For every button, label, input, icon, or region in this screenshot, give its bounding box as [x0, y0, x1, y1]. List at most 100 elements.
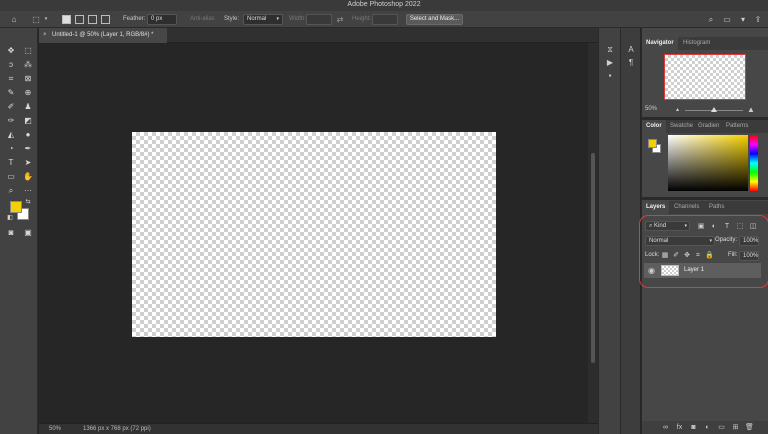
- group-icon[interactable]: ▭: [717, 423, 726, 432]
- document-info[interactable]: 1366 px x 768 px (72 ppi): [83, 424, 151, 434]
- zoom-in-icon[interactable]: ▲: [747, 105, 755, 114]
- magic-wand-tool-icon[interactable]: ⁂: [21, 59, 35, 71]
- history-brush-tool-icon[interactable]: ✑: [4, 115, 18, 127]
- chevron-down-icon: ▾: [276, 16, 279, 22]
- document-tab[interactable]: × Untitled-1 @ 50% (Layer 1, RGB/8#) *: [39, 28, 167, 43]
- right-panels: Navigator Histogram 50% ▴ ▲ Color Swatch…: [639, 28, 768, 434]
- tools-panel: ✥ ⬚ ↄ ⁂ ⌗ ⊠ ✎ ⊕ ✐ ♟ ✑ ◩ ◭ ● ◔ ✒ T ➤ ▭ ✋ …: [0, 28, 38, 434]
- zoom-tool-icon[interactable]: ⌕: [4, 185, 18, 197]
- height-label: Height:: [352, 16, 372, 22]
- app-title: Adobe Photoshop 2022: [347, 1, 421, 8]
- paragraph-panel-icon[interactable]: ¶: [624, 58, 638, 68]
- more-tools-icon[interactable]: ···: [21, 185, 35, 197]
- default-colors-icon[interactable]: ◧: [6, 214, 14, 222]
- document-tab-bar: × Untitled-1 @ 50% (Layer 1, RGB/8#) *: [39, 28, 598, 43]
- scrollbar-thumb[interactable]: [591, 153, 595, 363]
- blur-tool-icon[interactable]: ●: [21, 129, 35, 141]
- lasso-tool-icon[interactable]: ↄ: [4, 59, 18, 71]
- navigator-zoom-value[interactable]: 50%: [645, 106, 657, 112]
- marquee-tool-preset-icon[interactable]: ⬚: [31, 15, 41, 24]
- share-icon[interactable]: ⇪: [753, 15, 763, 24]
- hue-slider[interactable]: [750, 135, 758, 191]
- pen-tool-icon[interactable]: ✒: [21, 143, 35, 155]
- color-foreground-swatch[interactable]: [648, 139, 657, 148]
- vertical-scrollbar[interactable]: [588, 43, 598, 423]
- healing-brush-tool-icon[interactable]: ⊕: [21, 87, 35, 99]
- color-picker-field[interactable]: [668, 135, 748, 191]
- swap-colors-icon[interactable]: ⇆: [24, 198, 32, 206]
- zoom-out-icon[interactable]: ▴: [676, 106, 679, 113]
- close-icon[interactable]: ×: [43, 28, 47, 43]
- adjustment-layer-icon[interactable]: ◐: [703, 423, 712, 432]
- layers-footer: ∞ fx ◙ ◐ ▭ ⊞ 🗑: [642, 421, 768, 434]
- crop-tool-icon[interactable]: ⌗: [4, 73, 18, 85]
- chevron-down-icon[interactable]: ▾: [43, 15, 49, 24]
- tab-paths[interactable]: Paths: [705, 201, 728, 214]
- eraser-tool-icon[interactable]: ◩: [21, 115, 35, 127]
- tab-layers[interactable]: Layers: [642, 201, 670, 214]
- move-tool-icon[interactable]: ✥: [4, 45, 18, 57]
- workspace-icon[interactable]: ▭: [722, 15, 732, 24]
- subtract-from-selection-icon[interactable]: [88, 15, 97, 24]
- rectangular-marquee-tool-icon[interactable]: ⬚: [21, 45, 35, 57]
- panel-divider: [642, 197, 768, 200]
- actions-panel-icon[interactable]: ▶: [603, 58, 617, 68]
- style-select-value: Normal: [247, 16, 267, 22]
- layer-style-icon[interactable]: fx: [675, 423, 684, 432]
- select-and-mask-button[interactable]: Select and Mask...: [406, 14, 463, 25]
- tab-color[interactable]: Color: [642, 120, 666, 133]
- tab-patterns[interactable]: Patterns: [722, 120, 752, 133]
- style-label: Style:: [224, 16, 240, 22]
- document-tab-title: Untitled-1 @ 50% (Layer 1, RGB/8#) *: [52, 32, 154, 38]
- document-canvas[interactable]: [132, 132, 496, 337]
- zoom-level[interactable]: 50%: [49, 424, 61, 434]
- hand-tool-icon[interactable]: ✋: [21, 171, 35, 183]
- link-layers-icon[interactable]: ∞: [661, 423, 670, 432]
- foreground-color-swatch[interactable]: [10, 201, 22, 213]
- panel-dock-right: A ¶: [620, 28, 640, 434]
- navigator-tabs: Navigator Histogram: [642, 37, 768, 50]
- rectangle-tool-icon[interactable]: ▭: [4, 171, 18, 183]
- layers-tabs: Layers Channels Paths: [642, 201, 768, 214]
- brush-tool-icon[interactable]: ✐: [4, 101, 18, 113]
- feather-input[interactable]: 0 px: [147, 14, 177, 25]
- paint-bucket-tool-icon[interactable]: ◭: [4, 129, 18, 141]
- feather-label: Feather:: [123, 16, 146, 22]
- type-tool-icon[interactable]: T: [4, 157, 18, 169]
- eyedropper-tool-icon[interactable]: ✎: [4, 87, 18, 99]
- intersect-selection-icon[interactable]: [101, 15, 110, 24]
- tab-histogram[interactable]: Histogram: [679, 37, 714, 50]
- tab-swatches[interactable]: Swatche: [666, 120, 697, 133]
- tab-gradients[interactable]: Gradien: [694, 120, 723, 133]
- home-icon[interactable]: ⌂: [9, 15, 19, 24]
- add-to-selection-icon[interactable]: [75, 15, 84, 24]
- new-layer-icon[interactable]: ⊞: [731, 423, 740, 432]
- height-input[interactable]: [372, 14, 398, 25]
- style-select[interactable]: Normal ▾: [243, 14, 283, 25]
- search-icon[interactable]: ⌕: [706, 15, 716, 24]
- width-input[interactable]: [306, 14, 332, 25]
- dodge-tool-icon[interactable]: ◔: [4, 143, 18, 155]
- chevron-down-icon[interactable]: ▾: [738, 15, 748, 24]
- history-panel-icon[interactable]: ⧖: [603, 45, 617, 55]
- trash-icon[interactable]: 🗑: [745, 423, 754, 432]
- tab-navigator[interactable]: Navigator: [642, 37, 678, 50]
- clone-stamp-tool-icon[interactable]: ♟: [21, 101, 35, 113]
- character-panel-icon[interactable]: A: [624, 45, 638, 55]
- tab-channels[interactable]: Channels: [670, 201, 703, 214]
- path-selection-tool-icon[interactable]: ➤: [21, 157, 35, 169]
- quick-mask-icon[interactable]: ◙: [4, 227, 18, 239]
- anti-alias-checkbox[interactable]: Anti-alias: [190, 14, 215, 25]
- swap-dimensions-icon[interactable]: ⇄: [335, 15, 345, 24]
- width-label: Width:: [289, 16, 307, 22]
- navigator-zoom-slider[interactable]: [685, 107, 743, 112]
- status-bar: 50% 1366 px x 768 px (72 ppi): [39, 423, 598, 434]
- options-bar: ⌂ ⬚ ▾ Feather: 0 px Anti-alias Style: No…: [0, 11, 768, 28]
- comments-panel-icon[interactable]: ▪: [603, 71, 617, 81]
- new-selection-icon[interactable]: [62, 15, 71, 24]
- slider-knob[interactable]: [711, 107, 717, 112]
- add-mask-icon[interactable]: ◙: [689, 423, 698, 432]
- navigator-preview[interactable]: [664, 54, 746, 100]
- screen-mode-icon[interactable]: ▣: [21, 227, 35, 239]
- frame-tool-icon[interactable]: ⊠: [21, 73, 35, 85]
